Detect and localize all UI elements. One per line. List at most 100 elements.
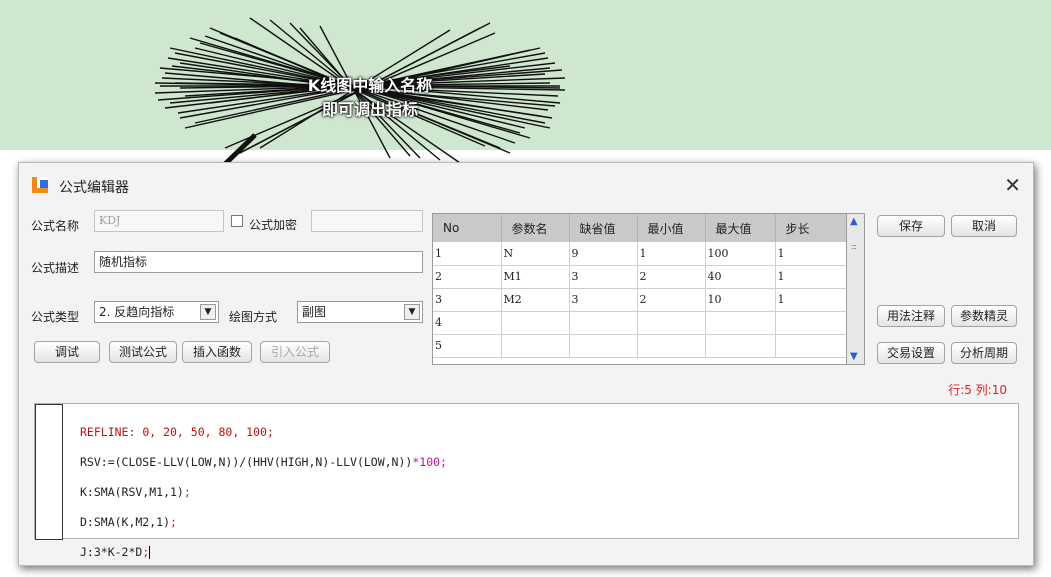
- code-keyword: REFLINE: [80, 425, 129, 439]
- app-icon: [32, 177, 48, 193]
- table-cell[interactable]: [705, 311, 776, 335]
- table-row[interactable]: 3 M2 3 2 10 1: [433, 288, 846, 312]
- param-wizard-button[interactable]: 参数精灵: [951, 305, 1017, 327]
- table-cell[interactable]: [501, 311, 570, 335]
- table-row[interactable]: 5: [433, 334, 846, 358]
- table-cell[interactable]: [501, 334, 570, 358]
- draw-mode-label: 绘图方式: [229, 310, 278, 324]
- cursor-position-status: 行:5 列:10: [948, 383, 1007, 397]
- formula-editor-dialog: 公式编辑器 ✕ 公式名称 KDJ 公式加密 公式描述 随机指标 公式类型 2. …: [18, 162, 1034, 566]
- table-cell[interactable]: M2: [501, 288, 570, 312]
- scroll-down-icon[interactable]: ▼: [850, 351, 858, 362]
- code-content[interactable]: REFLINE: 0, 20, 50, 80, 100; RSV:=(CLOSE…: [80, 410, 447, 577]
- table-cell[interactable]: 10: [705, 288, 776, 312]
- table-cell[interactable]: [775, 334, 846, 358]
- formula-type-label: 公式类型: [31, 310, 80, 324]
- formula-name-field[interactable]: KDJ: [94, 210, 224, 232]
- col-header-default[interactable]: 缺省值: [569, 214, 638, 242]
- table-cell[interactable]: 1: [775, 242, 846, 266]
- code-text: *100;: [412, 455, 447, 469]
- table-cell[interactable]: 2: [433, 265, 502, 289]
- table-cell[interactable]: [569, 311, 638, 335]
- code-editor[interactable]: REFLINE: 0, 20, 50, 80, 100; RSV:=(CLOSE…: [34, 403, 1019, 559]
- table-cell[interactable]: 3: [569, 265, 638, 289]
- import-formula-button[interactable]: 引入公式: [260, 341, 330, 363]
- code-line-2: RSV:=(CLOSE-LLV(LOW,N))/(HHV(HIGH,N)-LLV…: [80, 455, 447, 470]
- dialog-title: 公式编辑器: [59, 180, 129, 196]
- callout-line-2: 即可调出指标: [321, 100, 418, 119]
- analysis-period-button[interactable]: 分析周期: [951, 342, 1017, 364]
- encrypt-label: 公式加密: [249, 218, 298, 232]
- code-line-4: D:SMA(K,M2,1);: [80, 515, 447, 530]
- table-row[interactable]: 2 M1 3 2 40 1: [433, 265, 846, 289]
- insert-function-button[interactable]: 插入函数: [182, 341, 252, 363]
- chevron-down-icon[interactable]: ▼: [200, 304, 216, 320]
- callout-text: K线图中输入名称 即可调出指标: [250, 74, 490, 122]
- code-text: ;: [170, 515, 177, 529]
- code-line-5: J:3*K-2*D;: [80, 545, 447, 560]
- trade-settings-button[interactable]: 交易设置: [877, 342, 945, 364]
- formula-type-select[interactable]: 2. 反趋向指标 ▼: [94, 301, 219, 323]
- table-cell[interactable]: [775, 311, 846, 335]
- code-line-3: K:SMA(RSV,M1,1);: [80, 485, 447, 500]
- close-icon[interactable]: ✕: [1004, 173, 1021, 197]
- callout-line-1: K线图中输入名称: [307, 76, 433, 95]
- code-text: J:3*K-2*D: [80, 545, 143, 559]
- table-cell[interactable]: 3: [433, 288, 502, 312]
- params-table: No 参数名 缺省值 最小值 最大值 步长 1 N 9 1 100 1 2 M1…: [432, 213, 847, 365]
- formula-type-value: 2. 反趋向指标: [99, 305, 175, 319]
- debug-button[interactable]: 调试: [34, 341, 100, 363]
- col-header-step[interactable]: 步长: [775, 214, 846, 242]
- code-text: RSV:=(CLOSE-LLV(LOW,N))/(HHV(HIGH,N)-LLV…: [80, 455, 413, 469]
- text-caret: [149, 546, 151, 559]
- table-cell[interactable]: 5: [433, 334, 502, 358]
- code-text: ;: [142, 545, 150, 559]
- code-text: : 0, 20, 50, 80, 100;: [128, 425, 274, 439]
- formula-desc-field[interactable]: 随机指标: [94, 251, 423, 273]
- cancel-button[interactable]: 取消: [951, 215, 1017, 237]
- table-cell[interactable]: 4: [433, 311, 502, 335]
- dialog-titlebar: 公式编辑器 ✕: [19, 163, 1033, 207]
- formula-name-label: 公式名称: [31, 219, 80, 233]
- save-button[interactable]: 保存: [877, 215, 945, 237]
- draw-mode-select[interactable]: 副图 ▼: [297, 301, 423, 323]
- scroll-up-icon[interactable]: ▲: [850, 216, 858, 227]
- table-cell[interactable]: N: [501, 242, 570, 266]
- table-cell[interactable]: 1: [637, 242, 706, 266]
- table-cell[interactable]: 1: [775, 288, 846, 312]
- table-cell[interactable]: M1: [501, 265, 570, 289]
- code-text: D:SMA(K,M2,1): [80, 515, 171, 529]
- table-cell[interactable]: 1: [433, 242, 502, 266]
- chevron-down-icon[interactable]: ▼: [404, 304, 420, 320]
- table-cell[interactable]: 1: [775, 265, 846, 289]
- editor-gutter: [35, 404, 63, 540]
- draw-mode-value: 副图: [302, 305, 327, 319]
- code-text: K:SMA(RSV,M1,1): [80, 485, 184, 499]
- table-cell[interactable]: 2: [637, 288, 706, 312]
- encrypt-password-field[interactable]: [311, 210, 423, 232]
- col-header-min[interactable]: 最小值: [637, 214, 706, 242]
- scroll-grip-icon[interactable]: :::: [851, 242, 857, 251]
- table-cell[interactable]: [569, 334, 638, 358]
- encrypt-checkbox[interactable]: [231, 215, 243, 227]
- code-text: ;: [183, 485, 191, 499]
- params-scrollbar[interactable]: ▲ ::: ▼: [847, 213, 865, 365]
- table-header-row: No 参数名 缺省值 最小值 最大值 步长: [433, 214, 846, 242]
- table-cell[interactable]: [637, 311, 706, 335]
- table-row[interactable]: 1 N 9 1 100 1: [433, 242, 846, 266]
- test-formula-button[interactable]: 测试公式: [109, 341, 177, 363]
- col-header-no[interactable]: No: [433, 214, 502, 242]
- col-header-max[interactable]: 最大值: [705, 214, 776, 242]
- code-line-1: REFLINE: 0, 20, 50, 80, 100;: [80, 425, 447, 440]
- table-cell[interactable]: [705, 334, 776, 358]
- table-cell[interactable]: 3: [569, 288, 638, 312]
- usage-notes-button[interactable]: 用法注释: [877, 305, 945, 327]
- table-cell[interactable]: 9: [569, 242, 638, 266]
- table-cell[interactable]: [637, 334, 706, 358]
- col-header-name[interactable]: 参数名: [501, 214, 570, 242]
- table-cell[interactable]: 100: [705, 242, 776, 266]
- formula-desc-label: 公式描述: [31, 261, 80, 275]
- table-row[interactable]: 4: [433, 311, 846, 335]
- table-cell[interactable]: 2: [637, 265, 706, 289]
- table-cell[interactable]: 40: [705, 265, 776, 289]
